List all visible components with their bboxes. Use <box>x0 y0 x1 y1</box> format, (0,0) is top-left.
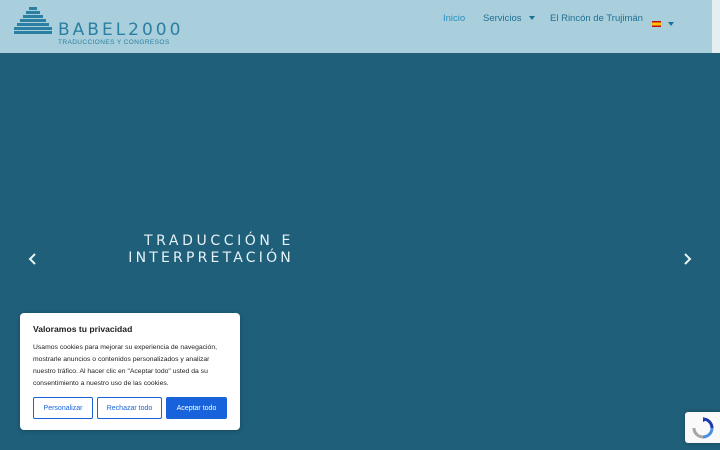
hero-title-line1: TRADUCCIÓN E <box>144 233 294 249</box>
brand-logo[interactable]: BABEL2000 TRADUCCIONES Y CONGRESOS <box>14 6 180 48</box>
brand-name: BABEL2000 <box>58 20 184 40</box>
cookie-banner-text: Usamos cookies para mejorar su experienc… <box>33 344 217 387</box>
slider-next-button[interactable] <box>680 252 694 266</box>
chevron-right-icon <box>684 253 692 265</box>
stair-logo-icon <box>14 7 52 34</box>
brand-tagline: TRADUCCIONES Y CONGRESOS <box>58 39 170 46</box>
site-header: BABEL2000 TRADUCCIONES Y CONGRESOS Inici… <box>0 0 712 53</box>
slider-prev-button[interactable] <box>26 252 40 266</box>
cookie-consent-banner: Valoramos tu privacidad Usamos cookies p… <box>20 313 240 430</box>
nav-item-label: Servicios <box>483 13 522 24</box>
scrollbar-track[interactable] <box>712 0 720 53</box>
nav-item-servicios[interactable]: Servicios <box>483 13 535 27</box>
recaptcha-icon <box>692 417 714 439</box>
reject-all-button[interactable]: Rechazar todo <box>97 397 162 419</box>
chevron-left-icon <box>28 253 36 265</box>
spain-flag-icon <box>652 20 661 27</box>
recaptcha-badge[interactable] <box>685 412 720 443</box>
hero-title: TRADUCCIÓN E INTERPRETACIÓN <box>128 233 294 267</box>
caret-down-icon <box>528 16 535 21</box>
nav-item-inicio[interactable]: Inicio <box>443 13 465 27</box>
customize-button[interactable]: Personalizar <box>33 397 93 419</box>
nav-item-rincon[interactable]: El Rincón de Trujimán <box>550 13 643 27</box>
caret-down-icon <box>668 21 674 26</box>
hero-title-line2: INTERPRETACIÓN <box>128 250 294 266</box>
language-switcher[interactable] <box>652 15 674 27</box>
accept-all-button[interactable]: Aceptar todo <box>166 397 227 419</box>
cookie-banner-title: Valoramos tu privacidad <box>33 324 133 334</box>
